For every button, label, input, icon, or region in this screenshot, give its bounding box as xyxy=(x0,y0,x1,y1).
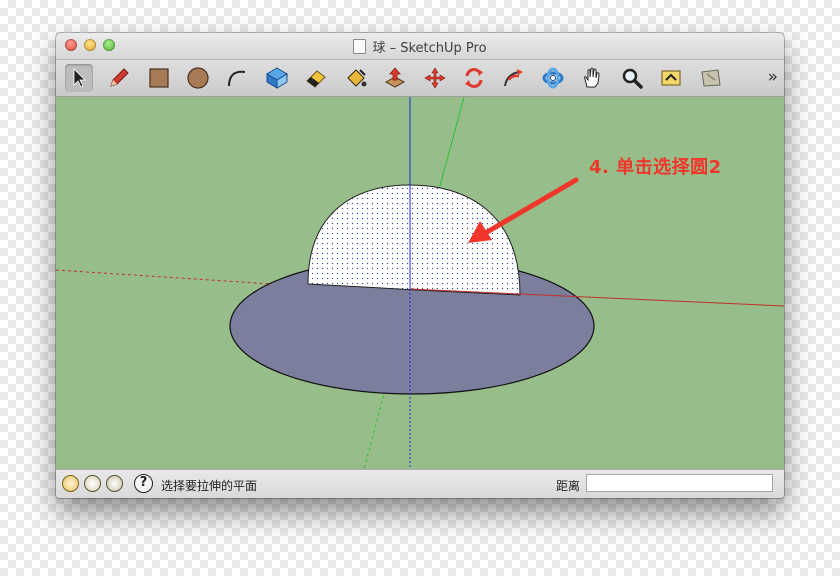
orbit-icon xyxy=(542,67,564,89)
help-icon[interactable]: ? xyxy=(134,474,153,493)
arc-tool-button[interactable] xyxy=(223,64,251,92)
measurements-input[interactable] xyxy=(586,474,773,492)
arc-icon xyxy=(228,70,246,87)
magnifier-icon xyxy=(622,68,643,89)
status-bar: ? 选择要拉伸的平面 距离 xyxy=(56,469,784,498)
document-icon xyxy=(353,39,367,54)
rotate-icon xyxy=(465,68,483,88)
user-account-icon[interactable] xyxy=(106,475,123,492)
sketchup-window: 球 – SketchUp Pro » 4. 单击选择圆2 ? 选择要拉伸的平面 … xyxy=(56,33,784,498)
paint-bucket-tool-button[interactable] xyxy=(342,64,370,92)
move-tool-button[interactable] xyxy=(421,64,449,92)
window-title-area: 球 – SketchUp Pro xyxy=(56,37,784,56)
pan-tool-button[interactable] xyxy=(578,64,606,92)
measurements-label: 距离 xyxy=(556,479,581,493)
select-tool-button[interactable] xyxy=(65,64,93,92)
annotation-arrow-shaft xyxy=(479,177,579,238)
component-icon xyxy=(266,67,288,89)
window-title: 球 – SketchUp Pro xyxy=(372,41,487,56)
arrow-cursor-icon xyxy=(73,68,86,88)
push-pull-tool-button[interactable] xyxy=(381,64,409,92)
pencil-tool-button[interactable] xyxy=(105,64,133,92)
status-hint-text: 选择要拉伸的平面 xyxy=(161,479,258,493)
move-icon xyxy=(424,67,446,89)
title-bar[interactable]: 球 – SketchUp Pro xyxy=(56,33,784,60)
follow-me-tool-button[interactable] xyxy=(499,64,527,92)
rectangle-icon xyxy=(149,68,169,88)
credits-icon[interactable] xyxy=(84,475,101,492)
orbit-tool-button[interactable] xyxy=(539,64,567,92)
follow-me-icon xyxy=(504,69,523,87)
toolbar-overflow-button[interactable]: » xyxy=(768,67,778,87)
warehouse-tool-button[interactable] xyxy=(697,64,725,92)
pencil-icon xyxy=(110,68,129,87)
circle-tool-button[interactable] xyxy=(184,64,212,92)
paint-bucket-icon xyxy=(347,69,367,87)
zoom-tool-button[interactable] xyxy=(618,64,646,92)
hand-icon xyxy=(584,67,600,88)
model-viewport[interactable]: 4. 单击选择圆2 xyxy=(56,97,784,469)
make-component-tool-button[interactable] xyxy=(263,64,291,92)
zoom-extents-tool-button[interactable] xyxy=(657,64,685,92)
eraser-icon xyxy=(306,70,326,88)
rectangle-tool-button[interactable] xyxy=(145,64,173,92)
main-toolbar: » xyxy=(56,60,784,97)
rotate-tool-button[interactable] xyxy=(460,64,488,92)
zoom-extents-icon xyxy=(661,70,681,86)
eraser-tool-button[interactable] xyxy=(302,64,330,92)
warehouse-icon xyxy=(701,69,721,87)
push-pull-icon xyxy=(384,67,406,88)
geo-location-icon[interactable] xyxy=(62,475,79,492)
circle-icon xyxy=(187,67,209,89)
instruction-annotation: 4. 单击选择圆2 xyxy=(589,157,722,178)
